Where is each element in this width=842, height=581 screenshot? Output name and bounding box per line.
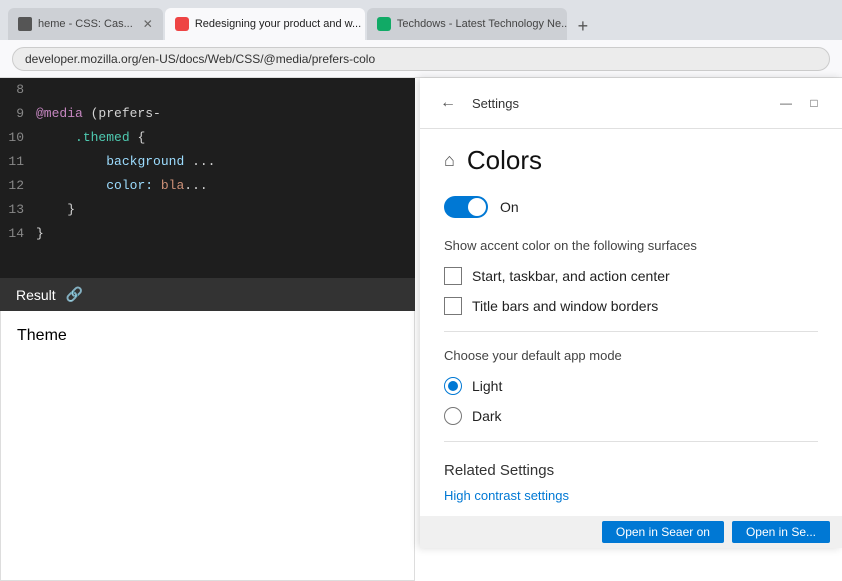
accent-section-label: Show accent color on the following surfa… [444, 238, 818, 253]
tab-bar: heme - CSS: Cas... ✕ Redesigning your pr… [8, 0, 834, 40]
divider1 [444, 331, 818, 332]
code-line-12: 12 color: bla... [0, 174, 415, 198]
checkbox-titlebar-row: Title bars and window borders [444, 297, 818, 315]
result-bar: Result 🔗 [0, 278, 415, 311]
open-in-seaer-button[interactable]: Open in Seaer on [602, 521, 724, 543]
high-contrast-link[interactable]: High contrast settings [444, 488, 569, 503]
open-in-se-button[interactable]: Open in Se... [732, 521, 830, 543]
tab2-label: Redesigning your product and w... [195, 18, 361, 30]
related-settings-title: Related Settings [444, 462, 818, 479]
win-minimize-button[interactable]: — [774, 91, 798, 115]
settings-page-header: ⌂ Colors [444, 145, 818, 176]
code-line-8: 8 [0, 78, 415, 102]
settings-page-title: Colors [467, 145, 542, 176]
home-icon: ⌂ [444, 150, 455, 171]
radio-light-inner [448, 381, 458, 391]
tab3-favicon [377, 17, 391, 31]
titlebar-checkbox[interactable] [444, 297, 462, 315]
tab-redesigning[interactable]: Redesigning your product and w... ✕ [165, 8, 365, 40]
settings-body: ⌂ Colors On Show accent color on the fol… [420, 129, 842, 548]
result-label: Result [16, 287, 56, 303]
app-mode-label: Choose your default app mode [444, 348, 818, 363]
content-area: 8 9 @media (prefers- 10 .themed { 11 b [0, 78, 842, 548]
radio-dark[interactable] [444, 407, 462, 425]
address-bar[interactable]: developer.mozilla.org/en-US/docs/Web/CSS… [12, 47, 830, 71]
toggle-label: On [500, 199, 519, 215]
win-maximize-button[interactable]: □ [802, 91, 826, 115]
tab-techdows[interactable]: Techdows - Latest Technology Ne... ✕ [367, 8, 567, 40]
new-tab-button[interactable]: + [569, 12, 597, 40]
settings-win-controls: — □ [774, 91, 826, 115]
taskbar-label: Start, taskbar, and action center [472, 268, 670, 284]
tab-css-cascade[interactable]: heme - CSS: Cas... ✕ [8, 8, 163, 40]
theme-area: Theme [0, 311, 415, 581]
tab3-label: Techdows - Latest Technology Ne... [397, 18, 567, 30]
code-line-13: 13 } [0, 198, 415, 222]
bottom-bar: Open in Seaer on Open in Se... [420, 516, 842, 548]
browser-chrome: heme - CSS: Cas... ✕ Redesigning your pr… [0, 0, 842, 40]
result-section: Result 🔗 Theme [0, 278, 415, 548]
titlebar-label: Title bars and window borders [472, 298, 658, 314]
on-toggle[interactable] [444, 196, 488, 218]
link-icon: 🔗 [66, 286, 83, 303]
radio-light[interactable] [444, 377, 462, 395]
taskbar-checkbox[interactable] [444, 267, 462, 285]
toggle-thumb [468, 198, 486, 216]
code-line-9: 9 @media (prefers- [0, 102, 415, 126]
code-line-10: 10 .themed { [0, 126, 415, 150]
radio-light-label: Light [472, 378, 502, 394]
code-line-14: 14 } [0, 222, 415, 246]
checkbox-taskbar-row: Start, taskbar, and action center [444, 267, 818, 285]
settings-back-button[interactable]: ← [436, 90, 460, 116]
tab1-close[interactable]: ✕ [143, 17, 153, 31]
settings-panel: ← Settings — □ ⌂ Colors On Show accent [420, 78, 842, 548]
tab1-label: heme - CSS: Cas... [38, 18, 133, 30]
settings-title: Settings [472, 96, 762, 111]
theme-label: Theme [17, 327, 67, 344]
radio-dark-row: Dark [444, 407, 818, 425]
divider2 [444, 441, 818, 442]
settings-titlebar: ← Settings — □ [420, 78, 842, 129]
toggle-row: On [444, 196, 818, 218]
tab1-favicon [18, 17, 32, 31]
address-bar-row: developer.mozilla.org/en-US/docs/Web/CSS… [0, 40, 842, 78]
radio-dark-label: Dark [472, 408, 502, 424]
tab2-favicon [175, 17, 189, 31]
code-line-11: 11 background ... [0, 150, 415, 174]
radio-light-row: Light [444, 377, 818, 395]
